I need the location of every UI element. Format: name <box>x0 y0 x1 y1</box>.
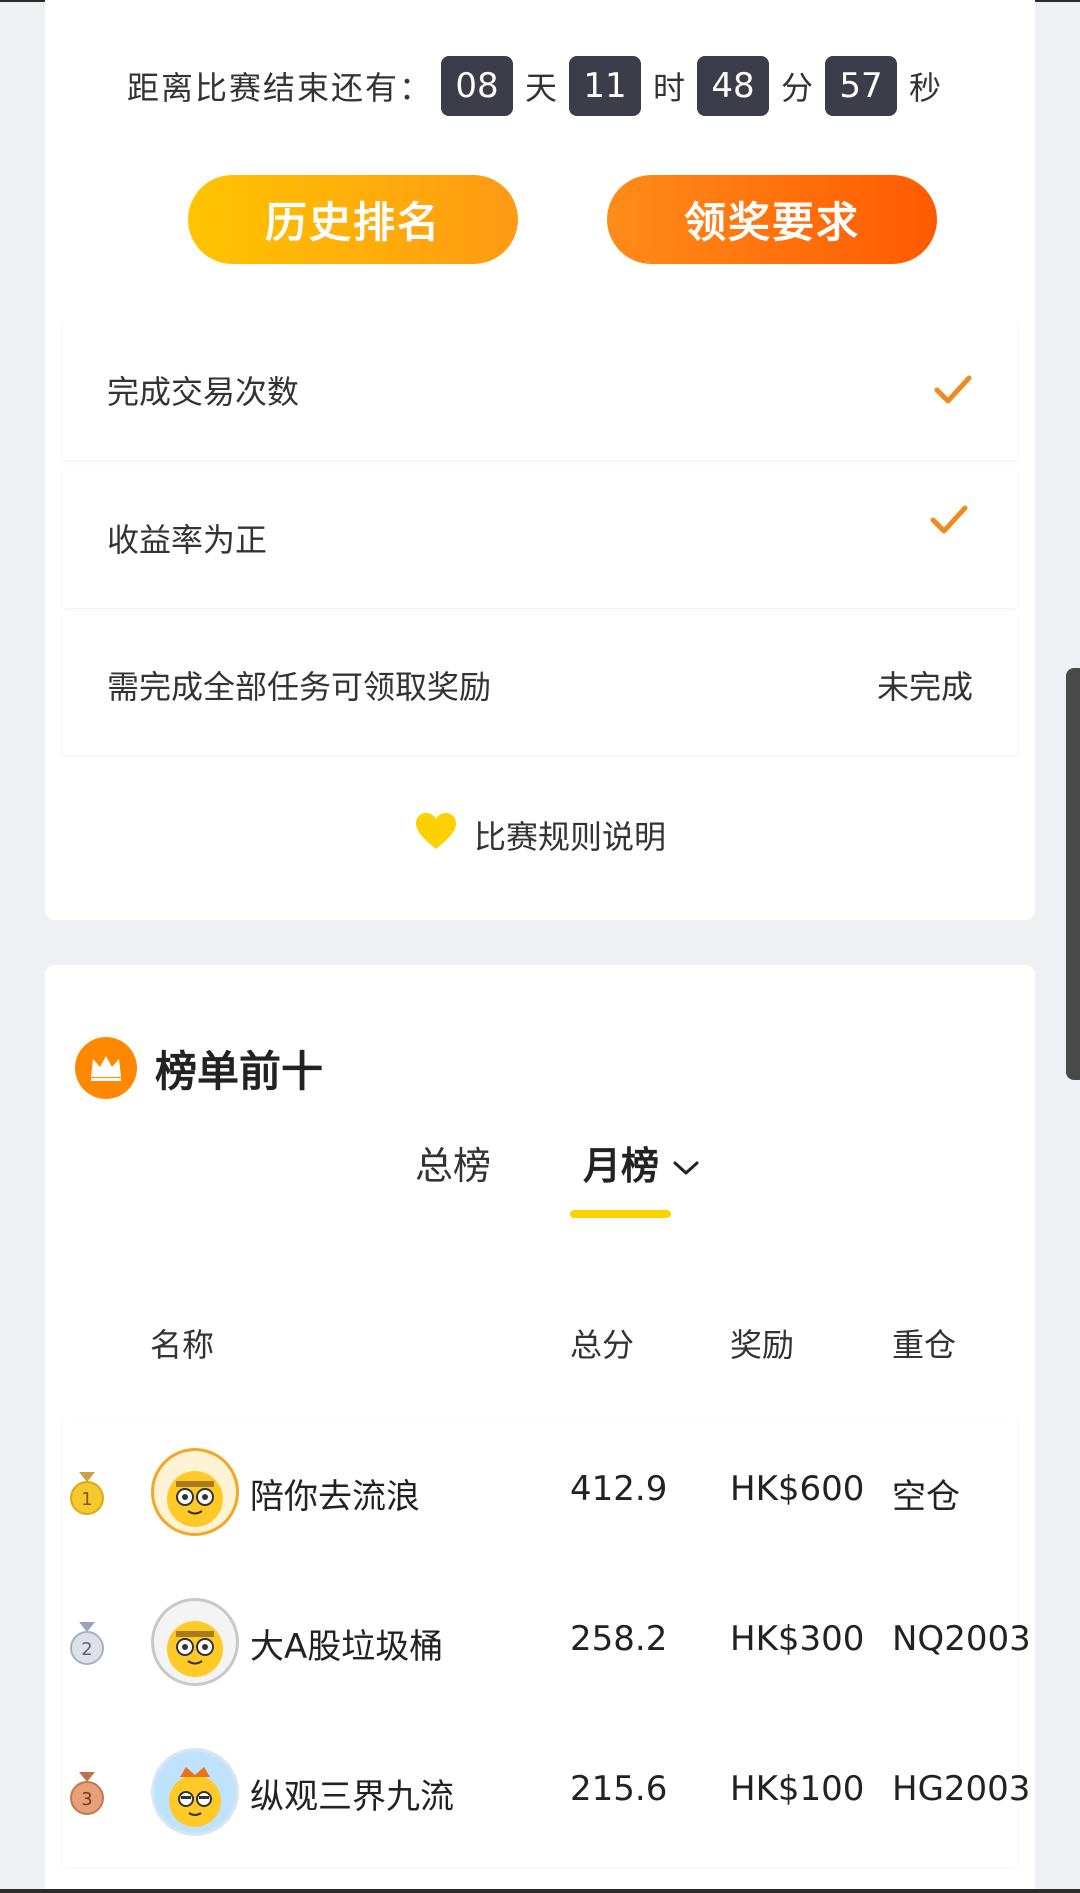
player-reward: HK$100 <box>730 1769 865 1809</box>
leaderboard-row[interactable]: 3 纵观三界九流 215.6 HK$100 HG2003 <box>63 1717 1030 1867</box>
leaderboard-tabs: 总榜 月榜 <box>45 1135 1035 1218</box>
rules-link-label[interactable]: 比赛规则说明 <box>474 812 666 858</box>
countdown-label: 距离比赛结束还有： <box>126 69 433 107</box>
player-reward: HK$300 <box>730 1619 865 1659</box>
player-name: 大A股垃圾桶 <box>250 1627 444 1667</box>
reward-requirements-button[interactable]: 领奖要求 <box>607 175 937 264</box>
column-header-position: 重仓 <box>892 1326 957 1364</box>
countdown-hours: 11 <box>568 56 641 116</box>
bottom-edge <box>0 1889 1080 1893</box>
svg-text:1: 1 <box>81 1489 92 1510</box>
task-row-trade-count: 完成交易次数 <box>63 320 1017 460</box>
scrollbar-thumb[interactable] <box>1066 668 1080 1080</box>
avatar <box>151 1748 239 1836</box>
task-label: 需完成全部任务可领取奖励 <box>107 668 492 706</box>
history-ranking-button[interactable]: 历史排名 <box>188 175 518 264</box>
silver-medal-icon: 2 <box>67 1622 107 1666</box>
rules-link[interactable]: 比赛规则说明 <box>45 805 1035 865</box>
countdown-minutes: 48 <box>697 56 769 116</box>
player-reward: HK$600 <box>730 1469 865 1509</box>
player-score: 215.6 <box>570 1769 668 1809</box>
tab-monthly-label: 月榜 <box>583 1144 660 1188</box>
column-header-reward: 奖励 <box>730 1326 795 1364</box>
player-position: HG2003 <box>892 1769 1031 1809</box>
avatar <box>151 1448 239 1536</box>
task-label: 完成交易次数 <box>107 373 300 411</box>
crown-icon <box>75 1037 137 1099</box>
countdown-days-unit: 天 <box>524 69 557 107</box>
leaderboard-card: 榜单前十 总榜 月榜 名称 总分 奖励 重仓 1 陪你去流浪 412.9 HK$… <box>45 965 1035 1893</box>
check-icon <box>929 500 969 540</box>
svg-text:3: 3 <box>81 1789 92 1810</box>
countdown-timer: 距离比赛结束还有： 08 天 11 时 48 分 57 秒 <box>45 54 1035 118</box>
column-header-score: 总分 <box>570 1326 635 1364</box>
task-row-positive-return: 收益率为正 <box>63 468 1017 608</box>
column-header-name: 名称 <box>150 1326 215 1364</box>
competition-card: 距离比赛结束还有： 08 天 11 时 48 分 57 秒 历史排名 领奖要求 … <box>45 0 1035 920</box>
tab-monthly[interactable]: 月榜 <box>583 1135 699 1190</box>
player-position: 空仓 <box>892 1477 960 1517</box>
check-icon <box>933 370 973 410</box>
player-name: 陪你去流浪 <box>250 1477 420 1517</box>
bronze-medal-icon: 3 <box>67 1772 107 1816</box>
gold-medal-icon: 1 <box>67 1472 107 1516</box>
player-score: 258.2 <box>570 1619 668 1659</box>
player-score: 412.9 <box>570 1469 668 1509</box>
task-row-all-complete: 需完成全部任务可领取奖励 未完成 <box>63 615 1017 755</box>
leaderboard-title: 榜单前十 <box>155 1046 324 1096</box>
countdown-seconds: 57 <box>825 56 898 116</box>
completion-status: 未完成 <box>876 668 973 706</box>
tab-total[interactable]: 总榜 <box>415 1135 491 1190</box>
heart-icon <box>414 811 458 859</box>
svg-text:2: 2 <box>81 1639 92 1660</box>
leaderboard-row[interactable]: 1 陪你去流浪 412.9 HK$600 空仓 <box>63 1417 1017 1567</box>
active-tab-indicator <box>570 1210 671 1218</box>
leaderboard-header: 榜单前十 <box>75 1035 323 1101</box>
chevron-down-icon <box>673 1141 699 1185</box>
task-label: 收益率为正 <box>107 521 268 559</box>
countdown-seconds-unit: 秒 <box>909 69 942 107</box>
player-position: NQ2003 <box>892 1619 1031 1659</box>
countdown-minutes-unit: 分 <box>781 69 814 107</box>
leaderboard-row[interactable]: 2 大A股垃圾桶 258.2 HK$300 NQ2003 <box>63 1567 1031 1717</box>
player-name: 纵观三界九流 <box>250 1777 454 1817</box>
countdown-days: 08 <box>440 56 513 116</box>
countdown-hours-unit: 时 <box>652 69 685 107</box>
avatar <box>151 1598 239 1686</box>
